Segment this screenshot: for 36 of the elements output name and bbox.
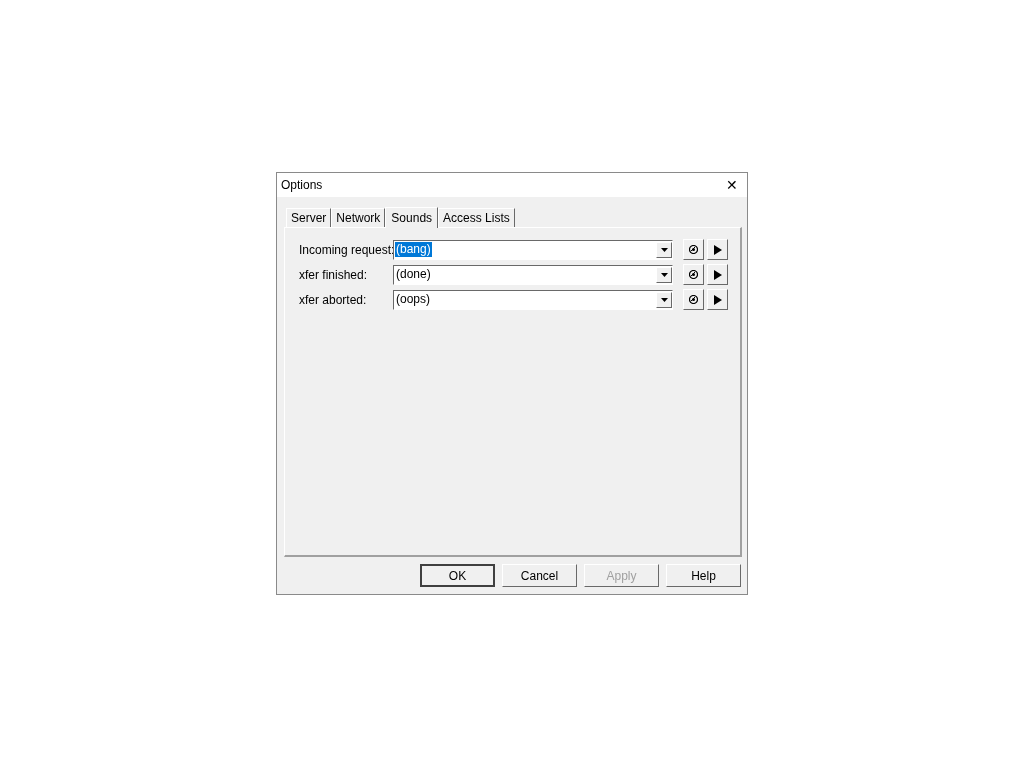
- caret-icon: [660, 297, 668, 302]
- disc-icon: [689, 295, 698, 304]
- dropdown-arrow-button[interactable]: [656, 291, 672, 308]
- browse-sound-button[interactable]: [683, 289, 704, 310]
- sound-dropdown[interactable]: (bang): [393, 239, 673, 260]
- play-button[interactable]: [707, 264, 728, 285]
- sound-dropdown[interactable]: (done): [393, 264, 673, 285]
- field-label: Incoming request:: [299, 241, 393, 259]
- dropdown-value: (oops): [395, 292, 431, 307]
- tab[interactable]: Server: [286, 208, 332, 227]
- caret-icon: [660, 272, 668, 277]
- play-button[interactable]: [707, 289, 728, 310]
- play-icon: [713, 269, 722, 280]
- play-icon: [713, 244, 722, 255]
- dialog-button[interactable]: OK: [420, 564, 495, 587]
- dialog-button[interactable]: Cancel: [502, 564, 577, 587]
- sound-dropdown[interactable]: (oops): [393, 289, 673, 310]
- disc-icon: [689, 270, 698, 279]
- caret-icon: [660, 247, 668, 252]
- dropdown-arrow-button[interactable]: [656, 266, 672, 283]
- field-label: xfer aborted:: [299, 291, 368, 309]
- disc-icon: [689, 245, 698, 254]
- dropdown-value: (done): [395, 267, 432, 282]
- browse-sound-button[interactable]: [683, 264, 704, 285]
- browse-sound-button[interactable]: [683, 239, 704, 260]
- play-button[interactable]: [707, 239, 728, 260]
- close-button[interactable]: ✕: [717, 173, 747, 197]
- dropdown-value: (bang): [395, 242, 432, 257]
- tab[interactable]: Sounds: [385, 207, 439, 228]
- tab[interactable]: Access Lists: [438, 208, 515, 227]
- window-title: Options: [281, 177, 323, 194]
- dialog-button[interactable]: Help: [666, 564, 741, 587]
- dropdown-arrow-button[interactable]: [656, 241, 672, 258]
- field-label: xfer finished:: [299, 266, 369, 284]
- play-icon: [713, 294, 722, 305]
- tab[interactable]: Network: [331, 208, 386, 227]
